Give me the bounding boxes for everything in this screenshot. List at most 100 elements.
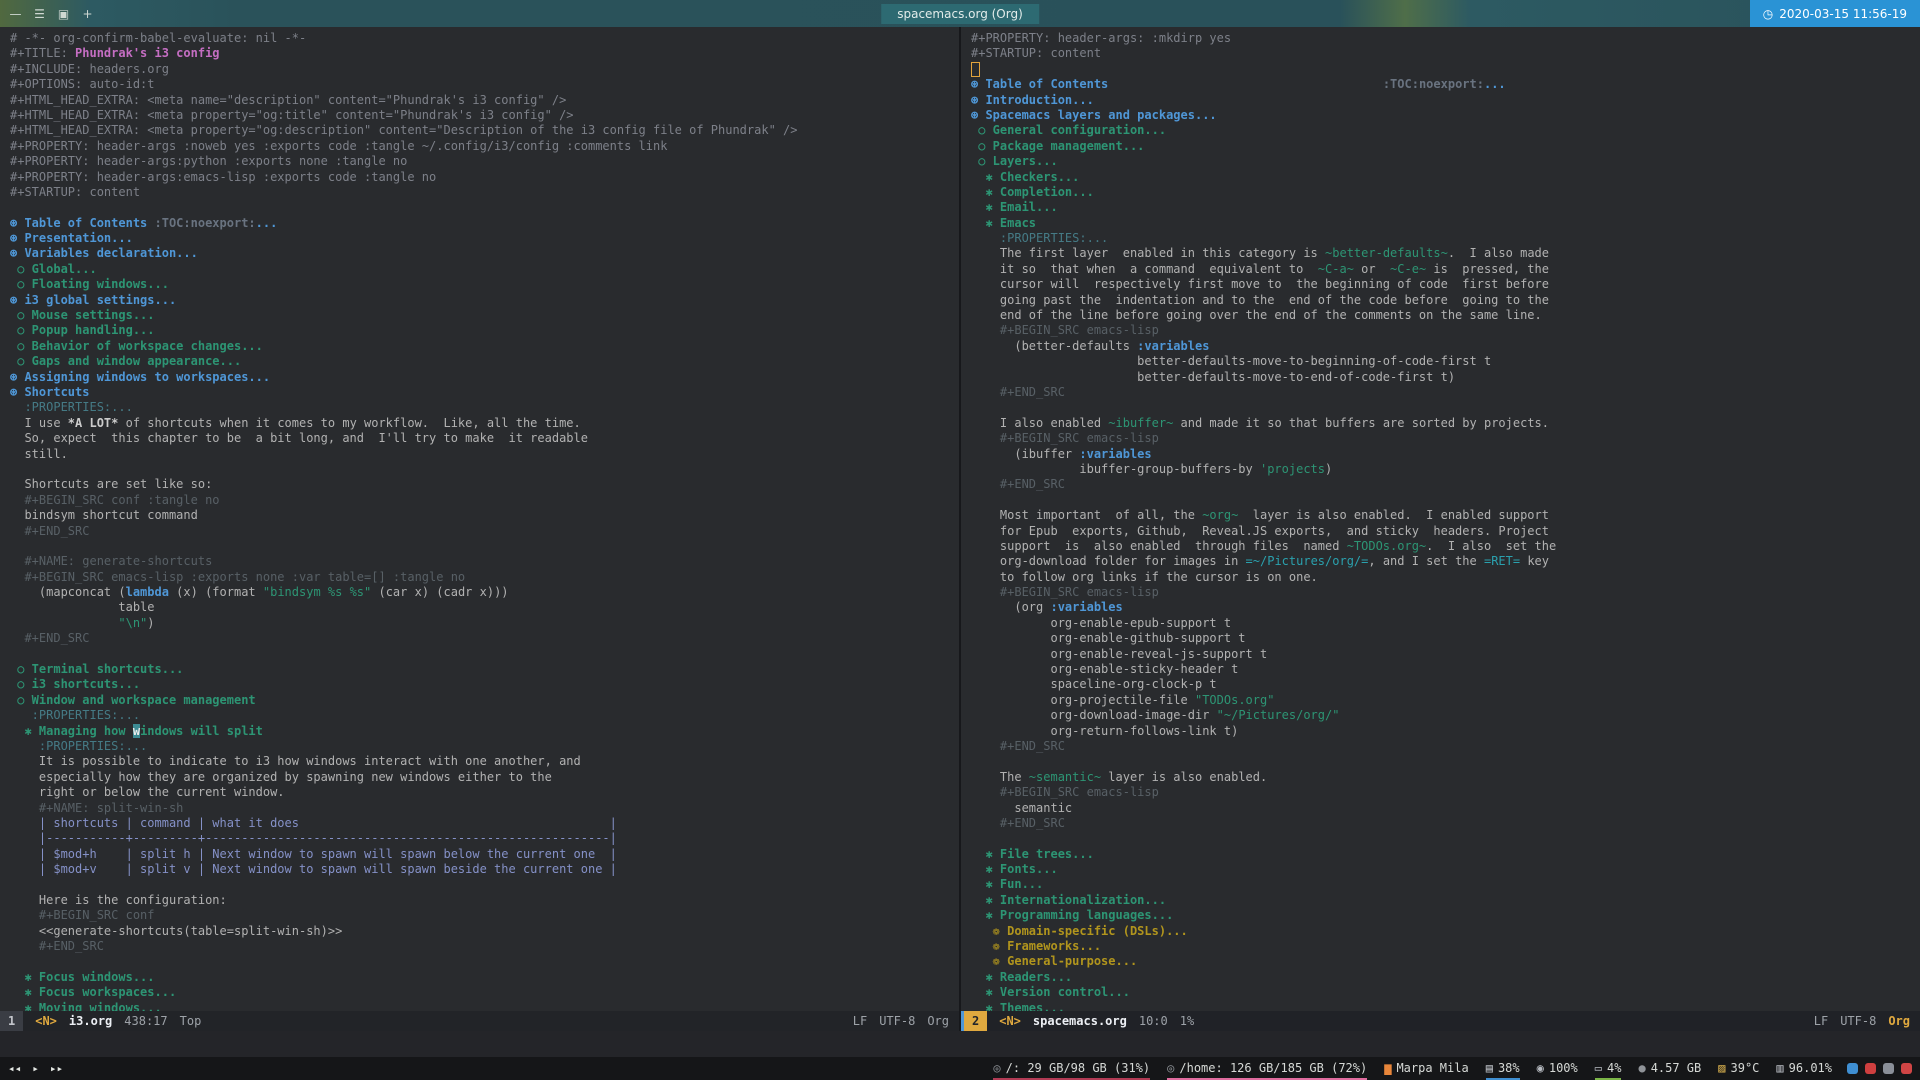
buffer-line[interactable]: | $mod+h | split h | Next window to spaw…	[10, 847, 959, 862]
buffer-line[interactable]: (mapconcat (lambda (x) (format "bindsym …	[10, 585, 959, 600]
buffer-line[interactable]: "\n")	[10, 616, 959, 631]
buffer-line[interactable]: ⊛ Presentation...	[10, 231, 959, 246]
buffer-line[interactable]: table	[10, 600, 959, 615]
buffer-line[interactable]: ❁ Frameworks...	[971, 939, 1920, 954]
buffer-line[interactable]: ⊛ Assigning windows to workspaces...	[10, 370, 959, 385]
status-segment[interactable]: ● 4.57 GB	[1638, 1057, 1701, 1080]
buffer-line[interactable]: ✱ Fun...	[971, 877, 1920, 892]
buffer-line[interactable]	[971, 400, 1920, 415]
new-tab-icon[interactable]: +	[77, 4, 98, 24]
buffer-line[interactable]: #+BEGIN_SRC emacs-lisp	[971, 431, 1920, 446]
status-segment[interactable]: ◎ /home: 126 GB/185 GB (72%)	[1167, 1057, 1368, 1080]
modeline-left[interactable]: 1 <N> i3.org 438:17 Top LF UTF-8 Org	[0, 1011, 959, 1031]
buffer-line[interactable]: ✱ Completion...	[971, 185, 1920, 200]
buffer-line[interactable]: for Epub exports, Github, Reveal.JS expo…	[971, 524, 1920, 539]
buffer-line[interactable]: ○ Behavior of workspace changes...	[10, 339, 959, 354]
buffer-line[interactable]: it so that when a command equivalent to …	[971, 262, 1920, 277]
buffer-line[interactable]: ⊛ i3 global settings...	[10, 293, 959, 308]
buffer-line[interactable]: ✱ Internationalization...	[971, 893, 1920, 908]
buffer-line[interactable]: #+END_SRC	[10, 524, 959, 539]
buffer-line[interactable]: #+BEGIN_SRC conf :tangle no	[10, 493, 959, 508]
buffer-line[interactable]: # -*- org-confirm-babel-evaluate: nil -*…	[10, 31, 959, 46]
buffer-line[interactable]: #+INCLUDE: headers.org	[10, 62, 959, 77]
buffer-line[interactable]: #+END_SRC	[971, 477, 1920, 492]
buffer-line[interactable]: ibuffer-group-buffers-by 'projects)	[971, 462, 1920, 477]
buffer-line[interactable]: #+STARTUP: content	[971, 46, 1920, 61]
status-segment[interactable]: ▆ Marpa Mila	[1384, 1057, 1468, 1080]
buffer-line[interactable]: ○ Gaps and window appearance...	[10, 354, 959, 369]
media-control-icon[interactable]: ◂◂	[8, 1062, 21, 1075]
buffer-line[interactable]: | $mod+v | split v | Next window to spaw…	[10, 862, 959, 877]
buffer-line[interactable]: ○ i3 shortcuts...	[10, 677, 959, 692]
tray-icon[interactable]	[1847, 1063, 1858, 1074]
buffer-line[interactable]: ⊛ Introduction...	[971, 93, 1920, 108]
buffer-line[interactable]: ○ Window and workspace management	[10, 693, 959, 708]
minimize-layout-icon[interactable]: —	[5, 4, 26, 24]
buffer-line[interactable]: #+HTML_HEAD_EXTRA: <meta name="descripti…	[10, 93, 959, 108]
buffer-line[interactable]: org-return-follows-link t)	[971, 724, 1920, 739]
buffer-line[interactable]: <<generate-shortcuts(table=split-win-sh)…	[10, 924, 959, 939]
buffer-line[interactable]: org-enable-epub-support t	[971, 616, 1920, 631]
buffer-line[interactable]: ✱ Fonts...	[971, 862, 1920, 877]
buffer-line[interactable]: ○ Terminal shortcuts...	[10, 662, 959, 677]
status-segment[interactable]: ◉ 100%	[1537, 1057, 1578, 1080]
buffer-line[interactable]: especially how they are organized by spa…	[10, 770, 959, 785]
buffer-line[interactable]: org-projectile-file "TODOs.org"	[971, 693, 1920, 708]
buffer-line[interactable]: still.	[10, 447, 959, 462]
buffer-line[interactable]: better-defaults-move-to-end-of-code-firs…	[971, 370, 1920, 385]
buffer-line[interactable]	[10, 200, 959, 215]
buffer-line[interactable]: org-download folder for images in =~/Pic…	[971, 554, 1920, 569]
status-segment[interactable]: ▨ 39°C	[1718, 1057, 1759, 1080]
buffer-line[interactable]: ○ Package management...	[971, 139, 1920, 154]
buffer-line[interactable]: #+NAME: generate-shortcuts	[10, 554, 959, 569]
buffer-line[interactable]: to follow org links if the cursor is on …	[971, 570, 1920, 585]
buffer-line[interactable]: The ~semantic~ layer is also enabled.	[971, 770, 1920, 785]
buffer-line[interactable]: #+BEGIN_SRC emacs-lisp	[971, 323, 1920, 338]
buffer-line[interactable]	[10, 462, 959, 477]
buffer-line[interactable]: | shortcuts | command | what it does |	[10, 816, 959, 831]
minibuffer[interactable]	[0, 1031, 1920, 1057]
status-segment[interactable]: ▤ 38%	[1485, 1057, 1520, 1080]
buffer-line[interactable]: Shortcuts are set like so:	[10, 477, 959, 492]
buffer-line[interactable]: #+OPTIONS: auto-id:t	[10, 77, 959, 92]
buffer-line[interactable]: ✱ Email...	[971, 200, 1920, 215]
buffer-line[interactable]: ✱ Themes...	[971, 1001, 1920, 1011]
buffer-line[interactable]: #+TITLE: Phundrak's i3 config	[10, 46, 959, 61]
buffer-line[interactable]: ⊛ Table of Contents :TOC:noexport:...	[10, 216, 959, 231]
buffer-line[interactable]: :PROPERTIES:...	[10, 400, 959, 415]
buffer-line[interactable]: ✱ Emacs	[971, 216, 1920, 231]
status-segment[interactable]: ◎ /: 29 GB/98 GB (31%)	[993, 1057, 1151, 1080]
buffer-line[interactable]: #+END_SRC	[10, 631, 959, 646]
buffer-line[interactable]: spaceline-org-clock-p t	[971, 677, 1920, 692]
buffer-line[interactable]: ✱ Version control...	[971, 985, 1920, 1000]
buffer-line[interactable]: ⊛ Table of Contents :TOC:noexport:...	[971, 77, 1920, 92]
buffer-line[interactable]: #+HTML_HEAD_EXTRA: <meta property="og:ti…	[10, 108, 959, 123]
buffer-line[interactable]: #+PROPERTY: header-args: :mkdirp yes	[971, 31, 1920, 46]
buffer-line[interactable]	[971, 754, 1920, 769]
media-control-icon[interactable]: ▸▸	[50, 1062, 63, 1075]
buffer-line[interactable]: ○ Popup handling...	[10, 323, 959, 338]
buffer-line[interactable]: right or below the current window.	[10, 785, 959, 800]
buffer-line[interactable]: ✱ Programming languages...	[971, 908, 1920, 923]
buffer-line[interactable]: #+BEGIN_SRC emacs-lisp	[971, 585, 1920, 600]
buffer-line[interactable]: support is also enabled through files na…	[971, 539, 1920, 554]
buffer-line[interactable]	[971, 61, 1920, 77]
buffer-line[interactable]: #+PROPERTY: header-args :noweb yes :expo…	[10, 139, 959, 154]
buffer-line[interactable]: ✱ File trees...	[971, 847, 1920, 862]
buffer-line[interactable]: (ibuffer :variables	[971, 447, 1920, 462]
buffer-line[interactable]: #+PROPERTY: header-args:python :exports …	[10, 154, 959, 169]
buffer-line[interactable]: #+BEGIN_SRC emacs-lisp	[971, 785, 1920, 800]
buffer-line[interactable]: :PROPERTIES:...	[10, 739, 959, 754]
buffer-line[interactable]: bindsym shortcut command	[10, 508, 959, 523]
buffer-line[interactable]: ✱ Readers...	[971, 970, 1920, 985]
buffer-line[interactable]: ○ Mouse settings...	[10, 308, 959, 323]
status-segment[interactable]: ▭ 4%	[1594, 1057, 1622, 1080]
buffer-line[interactable]: org-enable-reveal-js-support t	[971, 647, 1920, 662]
modeline-right[interactable]: 2 <N> spacemacs.org 10:0 1% LF UTF-8 Org	[961, 1011, 1920, 1031]
buffer-line[interactable]: ○ Layers...	[971, 154, 1920, 169]
buffer-line[interactable]: Here is the configuration:	[10, 893, 959, 908]
buffer-line[interactable]: cursor will respectively first move to t…	[971, 277, 1920, 292]
buffer-line[interactable]: #+NAME: split-win-sh	[10, 801, 959, 816]
tabbed-layout-icon[interactable]: ▣	[53, 4, 74, 24]
buffer-line[interactable]: ❁ General-purpose...	[971, 954, 1920, 969]
